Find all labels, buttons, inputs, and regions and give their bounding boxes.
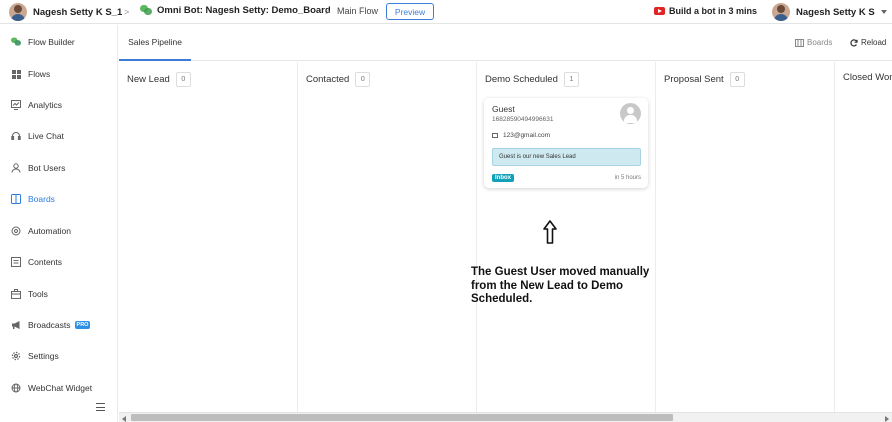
sidebar-item-webchat-widget[interactable]: WebChat Widget <box>11 381 92 395</box>
sidebar-item-label: Flow Builder <box>28 37 75 47</box>
guest-avatar-icon <box>620 103 641 124</box>
account-switcher[interactable]: Nagesh Setty K S_1 <box>9 3 122 21</box>
board-column-contacted: Contacted 0 <box>298 62 477 412</box>
card-email: 123@gmail.com <box>492 132 550 139</box>
user-name: Nagesh Setty K S <box>796 6 875 18</box>
breadcrumb-separator: > <box>325 7 331 17</box>
scrollbar-thumb[interactable] <box>131 414 673 421</box>
sidebar-item-label: Tools <box>28 289 48 299</box>
sidebar-item-bot-users[interactable]: Bot Users <box>11 161 65 175</box>
board-column-proposal-sent: Proposal Sent 0 <box>656 62 835 412</box>
boards-label: Boards <box>807 38 833 47</box>
sidebar-item-tools[interactable]: Tools <box>11 287 48 301</box>
reload-button[interactable]: Reload <box>850 38 886 47</box>
account-name: Nagesh Setty K S_1 <box>33 6 123 18</box>
column-count: 0 <box>175 72 191 87</box>
kanban-board: New Lead 0 Contacted 0 Demo Scheduled 1 … <box>119 62 892 412</box>
annotation-text: The Guest User moved manually from the N… <box>471 266 650 305</box>
breadcrumb-separator: > <box>124 7 130 17</box>
bot-breadcrumb[interactable]: Omni Bot: Nagesh Setty: Demo_Board <box>140 5 331 16</box>
sidebar-item-live-chat[interactable]: Live Chat <box>11 129 64 143</box>
sidebar-item-label: Live Chat <box>28 131 64 141</box>
analytics-icon <box>11 100 21 110</box>
sidebar-item-automation[interactable]: Automation <box>11 224 71 238</box>
account-avatar <box>9 3 27 21</box>
build-bot-video-link[interactable]: Build a bot in 3 mins <box>654 6 757 16</box>
sidebar-item-label: Analytics <box>28 100 63 110</box>
user-avatar <box>772 3 790 21</box>
collapse-menu-icon[interactable] <box>96 403 105 411</box>
build-bot-video-label: Build a bot in 3 mins <box>669 6 758 16</box>
tab-sales-pipeline[interactable]: Sales Pipeline <box>119 25 191 61</box>
column-count: 1 <box>563 72 579 87</box>
inbox-tag: Inbox <box>492 174 514 182</box>
column-title: New Lead <box>127 74 170 85</box>
gear-icon <box>11 351 21 361</box>
grid-icon <box>11 69 21 79</box>
main-content: Sales Pipeline Boards Reload New Lead 0 … <box>119 25 892 422</box>
sidebar-item-analytics[interactable]: Analytics <box>11 98 62 112</box>
webchat-icon <box>11 383 21 393</box>
tools-icon <box>11 289 21 299</box>
sidebar-item-broadcasts[interactable]: Broadcasts PRO <box>11 318 91 332</box>
sidebar-item-label: Boards <box>28 194 55 204</box>
contents-icon <box>11 257 21 267</box>
bot-name: Omni Bot: Nagesh Setty: Demo_Board <box>157 5 331 16</box>
top-bar: Nagesh Setty K S_1 > Omni Bot: Nagesh Se… <box>0 0 892 24</box>
reload-icon <box>850 38 858 47</box>
lead-card[interactable]: Guest 1682859049499663​1 123@gmail.com G… <box>484 98 648 188</box>
megaphone-icon <box>11 320 21 330</box>
column-title: Contacted <box>306 74 350 85</box>
boards-button[interactable]: Boards <box>795 38 832 47</box>
column-title: Proposal Sent <box>664 74 724 85</box>
sidebar-item-label: Broadcasts <box>28 320 71 330</box>
column-count: 0 <box>729 72 745 87</box>
card-user-id: 1682859049499663​1 <box>492 116 554 123</box>
column-title: Closed Won <box>843 72 892 83</box>
board-column-demo-scheduled: Demo Scheduled 1 Guest 1682859049499663​… <box>477 62 656 412</box>
column-count: 0 <box>355 72 371 87</box>
sidebar-item-label: Automation <box>28 226 71 236</box>
board-tab-bar: Sales Pipeline Boards Reload <box>119 25 892 61</box>
annotation-up-arrow-icon <box>543 220 557 244</box>
flow-breadcrumb[interactable]: Main Flow <box>337 6 378 16</box>
youtube-icon <box>654 7 665 15</box>
preview-button[interactable]: Preview <box>386 3 434 20</box>
automation-icon <box>11 226 21 236</box>
card-note: Guest is our new Sales Lead <box>492 148 641 166</box>
horizontal-scrollbar[interactable] <box>119 412 892 422</box>
scroll-right-icon[interactable] <box>885 416 889 422</box>
chevron-down-icon <box>880 10 887 14</box>
headset-icon <box>11 131 21 141</box>
sidebar-item-settings[interactable]: Settings <box>11 349 59 363</box>
pro-badge: PRO <box>74 321 91 329</box>
sidebar-item-contents[interactable]: Contents <box>11 255 62 269</box>
sidebar-item-label: Flows <box>28 69 51 79</box>
sidebar-item-label: Contents <box>28 257 63 267</box>
card-name: Guest <box>492 104 515 114</box>
sidebar-item-label: Bot Users <box>28 163 66 173</box>
sidebar-item-label: WebChat Widget <box>28 383 93 393</box>
board-icon <box>795 38 804 47</box>
user-icon <box>11 163 21 173</box>
card-due-time: in 5 hours <box>614 175 641 181</box>
board-column-new-lead: New Lead 0 <box>119 62 298 412</box>
sidebar-item-label: Settings <box>28 351 59 361</box>
board-icon <box>11 194 21 204</box>
board-column-closed-won: Closed Won <box>835 62 892 412</box>
sidebar-item-flow-builder[interactable]: Flow Builder <box>11 35 75 49</box>
card-email-text: 123@gmail.com <box>503 132 551 139</box>
reload-label: Reload <box>861 38 887 47</box>
bot-chat-icon <box>140 5 152 16</box>
scroll-left-icon[interactable] <box>122 416 126 422</box>
sidebar: Flow Builder Flows Analytics Live Chat B… <box>0 25 118 422</box>
column-title: Demo Scheduled <box>485 74 558 85</box>
sidebar-item-flows[interactable]: Flows <box>11 67 50 81</box>
sidebar-item-boards[interactable]: Boards <box>11 192 55 206</box>
flow-builder-icon <box>11 37 21 47</box>
user-menu[interactable]: Nagesh Setty K S <box>772 3 887 21</box>
mail-icon <box>492 133 498 138</box>
